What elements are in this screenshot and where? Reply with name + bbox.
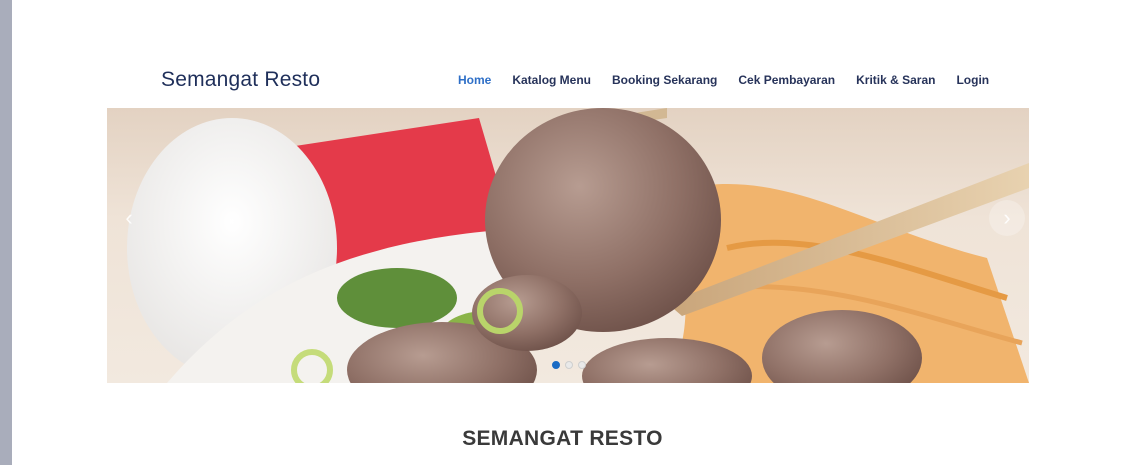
carousel-dot-3[interactable] (578, 361, 586, 369)
left-sidebar-strip (0, 0, 12, 465)
chevron-left-icon: ‹ (125, 205, 133, 230)
carousel-prev-button[interactable]: ‹ (111, 200, 147, 236)
carousel-next-button[interactable]: › (989, 200, 1025, 236)
section-title: SEMANGAT RESTO (462, 427, 663, 450)
brand-logo[interactable]: Semangat Resto (161, 68, 320, 92)
nav-home[interactable]: Home (458, 73, 491, 87)
carousel-dot-1[interactable] (552, 361, 560, 369)
chevron-right-icon: › (1003, 205, 1011, 230)
carousel-indicators (552, 361, 586, 369)
carousel-dot-2[interactable] (565, 361, 573, 369)
nav-booking-sekarang[interactable]: Booking Sekarang (612, 73, 717, 87)
nav-kritik-saran[interactable]: Kritik & Saran (856, 73, 935, 87)
nav-cek-pembayaran[interactable]: Cek Pembayaran (738, 73, 835, 87)
nav-login[interactable]: Login (956, 73, 989, 87)
nav-katalog-menu[interactable]: Katalog Menu (512, 73, 591, 87)
main-navigation: Home Katalog Menu Booking Sekarang Cek P… (458, 73, 989, 87)
hero-image-meatball (127, 108, 1029, 383)
hero-carousel[interactable]: ‹ › (107, 108, 1029, 383)
